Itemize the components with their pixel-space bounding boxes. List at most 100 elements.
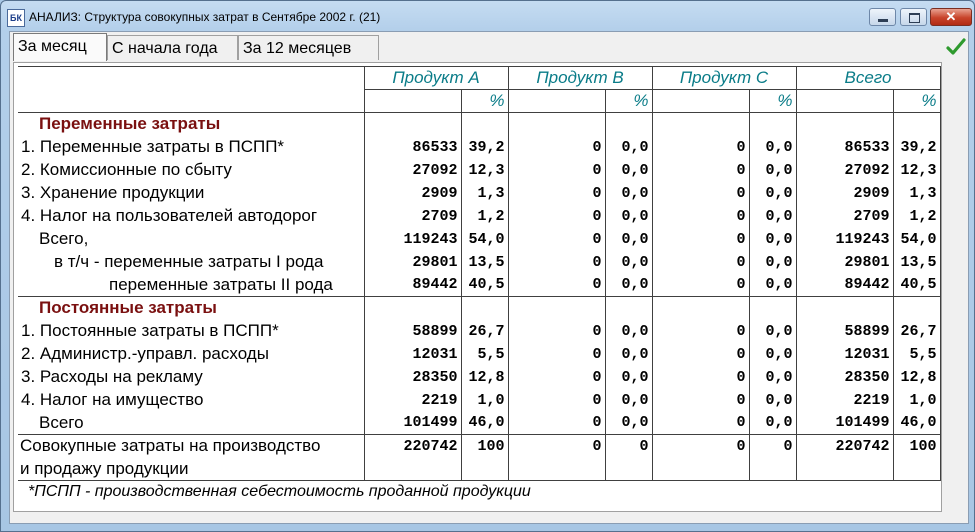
table-subheader-row: %%%% xyxy=(18,89,941,113)
title-bar[interactable]: БК АНАЛИЗ: Структура совокупных затрат в… xyxy=(1,1,974,31)
row-label: 4. Налог на имущество xyxy=(21,390,204,409)
value-cell: 27092 xyxy=(363,158,461,182)
subheader-value-cell xyxy=(651,89,749,113)
column-header: Продукт B xyxy=(507,66,652,90)
tab-12-months[interactable]: За 12 месяцев xyxy=(238,35,379,60)
column-header: Продукт C xyxy=(651,66,796,90)
empty-cell xyxy=(892,296,941,320)
value-cell: 12,8 xyxy=(892,365,941,389)
empty-cell xyxy=(460,112,508,136)
value-cell: 46,0 xyxy=(892,411,941,435)
value-cell: 0,0 xyxy=(748,273,796,297)
table-header-row: Продукт A Продукт B Продукт C Всего xyxy=(18,66,941,90)
table-row: 2. Комиссионные по сбыту 27092 12,3 0 0,0 0 0,… xyxy=(18,158,941,182)
value-cell: 29801 xyxy=(363,250,461,274)
tab-month[interactable]: За месяц xyxy=(13,33,107,61)
value-cell: 0,0 xyxy=(748,158,796,182)
value-cell: 12031 xyxy=(795,342,893,366)
table-row: 2. Администр.-управл. расходы 12031 5,5 0 0,… xyxy=(18,342,941,366)
empty-cell xyxy=(604,296,652,320)
value-cell: 12,3 xyxy=(460,158,508,182)
row-label: 3. Хранение продукции xyxy=(21,183,205,202)
value-cell: 0 xyxy=(507,365,605,389)
value-cell: 0 xyxy=(507,250,605,274)
value-cell: 0,0 xyxy=(604,135,652,159)
value-cell: 58899 xyxy=(363,319,461,343)
value-cell: 0 xyxy=(507,158,605,182)
subheader-blank-cell xyxy=(18,89,364,113)
empty-cell xyxy=(507,296,605,320)
table-panel: Продукт A Продукт B Продукт C Всего%%%% Пере… xyxy=(13,62,942,512)
table-row: 4. Налог на имущество 2219 1,0 0 0,0 0 0,0 2219… xyxy=(18,388,941,412)
empty-cell xyxy=(604,112,652,136)
value-cell: 0 xyxy=(507,342,605,366)
empty-cell xyxy=(795,296,893,320)
table-row: 3. Расходы на рекламу 28350 12,8 0 0,0 0 0,0 28… xyxy=(18,365,941,389)
total-label-line1: Совокупные затраты на производство xyxy=(18,434,364,458)
empty-cell xyxy=(795,112,893,136)
column-header: Продукт A xyxy=(363,66,508,90)
row-label: 1. Постоянные затраты в ПСПП* xyxy=(21,321,279,340)
empty-cell xyxy=(795,457,893,481)
value-cell: 0 xyxy=(651,250,749,274)
value-cell: 89442 xyxy=(363,273,461,297)
close-button[interactable]: ✕ xyxy=(930,8,972,26)
client-area: За месяц С начала года За 12 месяцев Про… xyxy=(9,31,969,524)
value-cell: 2709 xyxy=(363,204,461,228)
fixed-costs-section-title-row: Постоянные затраты xyxy=(18,296,941,320)
row-label: 3. Расходы на рекламу xyxy=(21,367,203,386)
value-cell: 0 xyxy=(507,181,605,205)
value-cell: 2709 xyxy=(795,204,893,228)
total-value-cell: 100 xyxy=(892,434,941,458)
value-cell: 0 xyxy=(651,319,749,343)
value-cell: 101499 xyxy=(795,411,893,435)
value-cell: 101499 xyxy=(363,411,461,435)
value-cell: 0,0 xyxy=(748,135,796,159)
maximize-button[interactable] xyxy=(900,8,927,26)
value-cell: 0 xyxy=(507,411,605,435)
minimize-button[interactable] xyxy=(869,8,896,26)
table-row: в т/ч - переменные затраты I рода 29801 13… xyxy=(18,250,941,274)
empty-cell xyxy=(460,296,508,320)
value-cell: 0,0 xyxy=(748,388,796,412)
total-row-continued: и продажу продукции xyxy=(18,457,941,481)
value-cell: 54,0 xyxy=(892,227,941,251)
value-cell: 0 xyxy=(651,181,749,205)
empty-cell xyxy=(363,296,461,320)
empty-cell xyxy=(363,112,461,136)
row-label: 1. Переменные затраты в ПСПП* xyxy=(21,137,285,156)
value-cell: 58899 xyxy=(795,319,893,343)
value-cell: 0 xyxy=(651,135,749,159)
value-cell: 0 xyxy=(507,273,605,297)
value-cell: 5,5 xyxy=(460,342,508,366)
value-cell: 40,5 xyxy=(460,273,508,297)
table-row: 4. Налог на пользователей автодорог 2709 1… xyxy=(18,204,941,228)
value-cell: 0,0 xyxy=(604,158,652,182)
minimize-icon xyxy=(878,19,888,22)
value-cell: 12,8 xyxy=(460,365,508,389)
value-cell: 0,0 xyxy=(748,411,796,435)
value-cell: 0,0 xyxy=(748,204,796,228)
value-cell: 12031 xyxy=(363,342,461,366)
subheader-value-cell xyxy=(363,89,461,113)
footnote: *ПСПП - производственная себестоимость п… xyxy=(28,483,531,500)
value-cell: 1,0 xyxy=(460,388,508,412)
value-cell: 54,0 xyxy=(460,227,508,251)
value-cell: 0 xyxy=(507,227,605,251)
value-cell: 28350 xyxy=(363,365,461,389)
value-cell: 0 xyxy=(651,227,749,251)
tab-year-to-date[interactable]: С начала года xyxy=(107,35,238,60)
value-cell: 0,0 xyxy=(748,181,796,205)
maximize-icon xyxy=(909,13,920,23)
fixed-costs-section-title: Постоянные затраты xyxy=(39,298,217,318)
check-icon[interactable] xyxy=(945,36,967,58)
value-cell: 40,5 xyxy=(892,273,941,297)
value-cell: 0,0 xyxy=(604,388,652,412)
value-cell: 13,5 xyxy=(892,250,941,274)
table-row: 1. Постоянные затраты в ПСПП* 58899 26,7 0 0… xyxy=(18,319,941,343)
empty-cell xyxy=(748,296,796,320)
empty-cell xyxy=(363,457,461,481)
cost-structure-table: Продукт A Продукт B Продукт C Всего%%%% Пере… xyxy=(18,66,941,481)
empty-cell xyxy=(507,457,605,481)
value-cell: 2909 xyxy=(363,181,461,205)
